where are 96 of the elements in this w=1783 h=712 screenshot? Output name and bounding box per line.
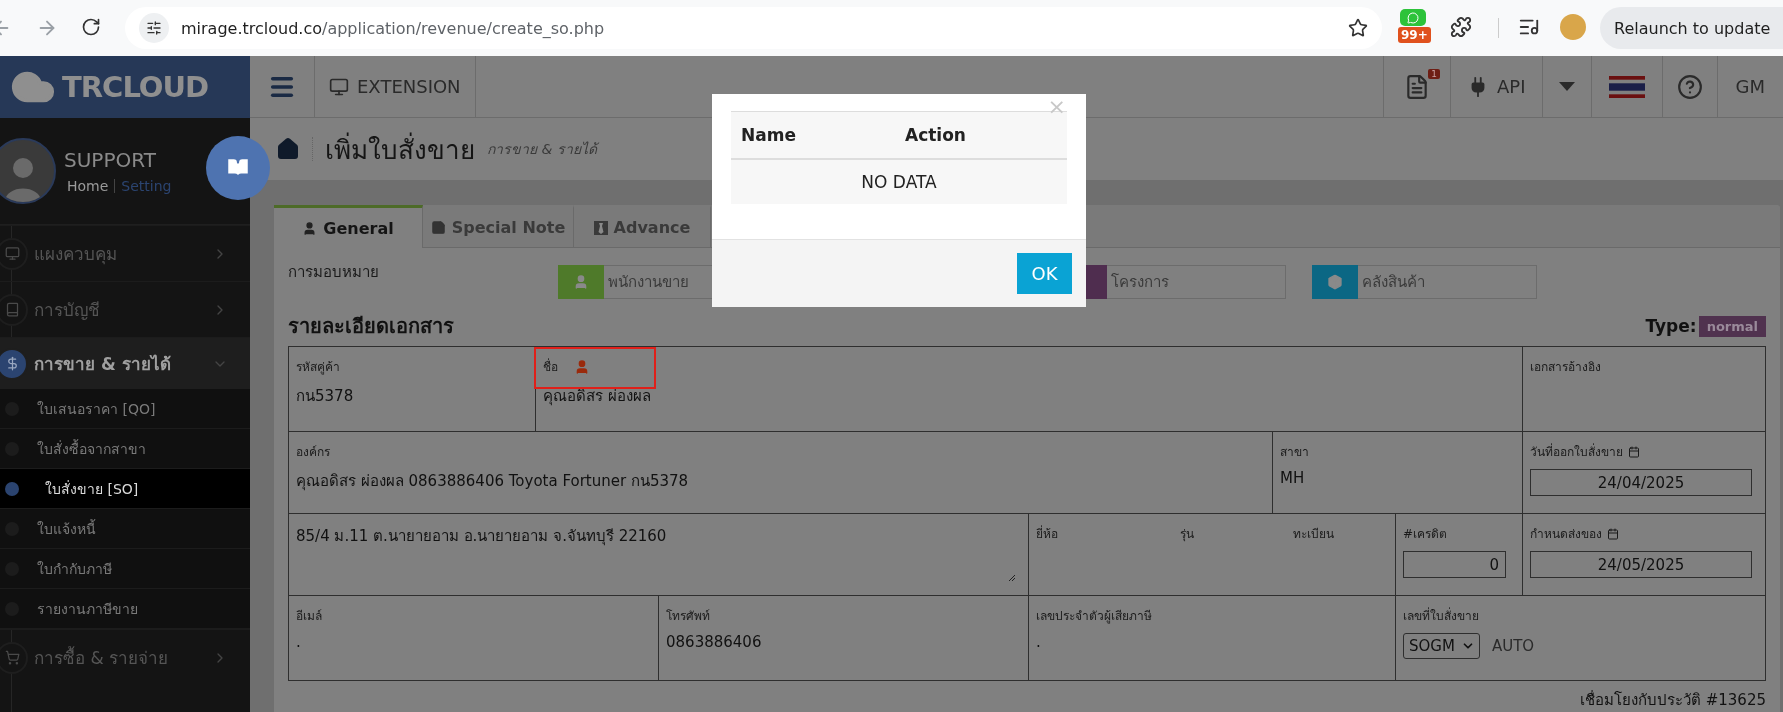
field-label: องค์กร: [296, 444, 330, 461]
cart-icon: [0, 641, 28, 674]
api-button[interactable]: API: [1450, 56, 1542, 117]
submenu-label: ใบเสนอราคา [QO]: [37, 399, 156, 419]
credit-field[interactable]: 0: [1403, 551, 1506, 578]
date-field[interactable]: 24/05/2025: [1530, 551, 1752, 578]
tab[interactable]: General: [274, 205, 423, 248]
submenu-label: ใบแจ้งหนี้: [37, 518, 96, 539]
prefix-select[interactable]: SOGM: [1403, 633, 1480, 659]
field-value: คุณอดิสร ผ่องผล 0863886406 Toyota Fortuner กน5378: [296, 471, 689, 493]
person-icon: [302, 220, 318, 236]
notification-badge: 1: [1428, 69, 1441, 79]
flag-icon: [1608, 75, 1645, 98]
section-title: รายละเอียดเอกสาร: [288, 313, 454, 340]
field-label: ชื่อ: [543, 357, 558, 376]
person-icon: [573, 274, 589, 290]
field-label: สาขา: [1280, 444, 1309, 461]
sidebar-label: แผงควบคุม: [34, 243, 118, 267]
empty-message: NO DATA: [860, 171, 938, 194]
calendar-icon: [1607, 527, 1619, 540]
box-icon: [1327, 274, 1343, 290]
resize-grip-icon[interactable]: [1008, 574, 1016, 582]
auto-label: AUTO: [1491, 637, 1535, 655]
column-header: Name: [741, 125, 797, 145]
submenu-label: รายงานภาษีขาย: [37, 599, 138, 619]
monitor-icon: [329, 76, 349, 97]
sidebar-item[interactable]: แผงควบคุม: [0, 225, 250, 281]
field-label: โทรศัพท์: [666, 608, 710, 625]
field-label: ทะเบียน: [1293, 526, 1335, 543]
field-label: เลขประจำตัวผู้เสียภาษี: [1036, 608, 1152, 625]
sidebar-item[interactable]: การขาย & รายได้: [0, 337, 250, 389]
user-menu[interactable]: GM: [1716, 56, 1783, 117]
extension-button[interactable]: EXTENSION: [314, 56, 476, 117]
tie-icon: [593, 220, 608, 235]
field-value: MH: [1280, 469, 1305, 487]
caret-icon: [1558, 81, 1575, 92]
input-field[interactable]: คลังสินค้า: [1358, 265, 1537, 299]
field-label: รหัสคู่ค้า: [296, 359, 340, 376]
date-field[interactable]: 24/04/2025: [1530, 469, 1752, 496]
type-label: Type:: [1645, 316, 1697, 336]
sidebar-label: การบัญชี: [34, 299, 101, 322]
user-avatar: [0, 138, 56, 204]
reload-icon[interactable]: [81, 17, 101, 37]
url-text: mirage.trcloud.co/application/revenue/create_so.php: [181, 18, 605, 38]
field-label: เลขที่ใบสั่งขาย: [1403, 606, 1479, 625]
home-link[interactable]: Home: [67, 178, 109, 194]
field-label: #เครดิต: [1403, 526, 1448, 543]
submenu-label: ใบสั่งซื้อจากสาขา: [37, 438, 146, 459]
puzzle-icon[interactable]: [1450, 16, 1472, 38]
field-label: อีเมล์: [296, 608, 322, 625]
field-value: 0863886406: [666, 633, 762, 651]
ok-button[interactable]: OK: [1017, 253, 1072, 294]
column-header: Action: [905, 125, 967, 145]
logo-text: TRCLOUD: [62, 70, 209, 104]
input-field[interactable]: โครงการ: [1107, 265, 1286, 299]
type-badge: normal: [1698, 315, 1766, 337]
submenu-item[interactable]: ใบสั่งซื้อจากสาขา: [0, 429, 250, 469]
page-subtitle: การขาย & รายได้: [487, 140, 597, 159]
user-name: SUPPORT: [64, 148, 157, 172]
submenu-item[interactable]: ใบสั่งขาย [SO]: [0, 469, 250, 509]
monitor-icon: [0, 237, 28, 270]
book-icon: [0, 293, 28, 326]
page-title: เพิ่มใบสั่งขาย: [325, 131, 475, 167]
star-icon[interactable]: [1348, 18, 1368, 38]
submenu-item[interactable]: ใบกำกับภาษี: [0, 549, 250, 589]
sidebar-label: การซื้อ & รายจ่าย: [34, 645, 170, 670]
timeline-dot: [5, 481, 19, 496]
field-label: กำหนดส่งของ: [1530, 524, 1619, 543]
note-icon: [430, 220, 446, 235]
history-link[interactable]: เชื่อมโยงกับประวัติ #13625: [288, 688, 1766, 712]
field-label: วันที่ออกใบสั่งขาย: [1530, 442, 1640, 461]
field-label: ยี่ห้อ: [1036, 524, 1059, 543]
submenu-item[interactable]: ใบเสนอราคา [QO]: [0, 389, 250, 429]
document-button[interactable]: 1: [1383, 56, 1451, 117]
site-settings-icon[interactable]: [139, 13, 169, 43]
field-value: .: [296, 633, 301, 651]
address-field[interactable]: 85/4 ม.11 ต.นายายอาม อ.นายายอาม จ.จันทบุรี 22160: [296, 524, 1018, 584]
person-icon: [574, 358, 590, 375]
calendar-icon: [1628, 445, 1640, 458]
sidebar-item[interactable]: การซื้อ & รายจ่าย: [0, 629, 250, 685]
assignment-label: การมอบหมาย: [288, 262, 380, 283]
submenu-label: ใบสั่งขาย [SO]: [45, 479, 139, 499]
submenu-label: ใบกำกับภาษี: [37, 559, 112, 579]
sidebar-label: การขาย & รายได้: [34, 353, 172, 376]
address-bar[interactable]: mirage.trcloud.co/application/revenue/create_so.php: [125, 7, 1382, 49]
submenu-item[interactable]: ใบแจ้งหนี้: [0, 509, 250, 549]
notification-badge: 99+: [1398, 27, 1431, 43]
chat-icon[interactable]: [1400, 9, 1426, 26]
field-value: .: [1036, 633, 1041, 651]
field-label: เอกสารอ้างอิง: [1530, 359, 1601, 376]
home-icon[interactable]: [276, 137, 313, 161]
field-value: กน5378: [296, 386, 354, 407]
relaunch-button[interactable]: Relaunch to update: [1600, 7, 1783, 49]
field-value: คุณอดิสร ผ่องผล: [543, 386, 651, 408]
field-label: รุ่น: [1180, 526, 1195, 543]
submenu-item[interactable]: รายงานภาษีขาย: [0, 589, 250, 629]
